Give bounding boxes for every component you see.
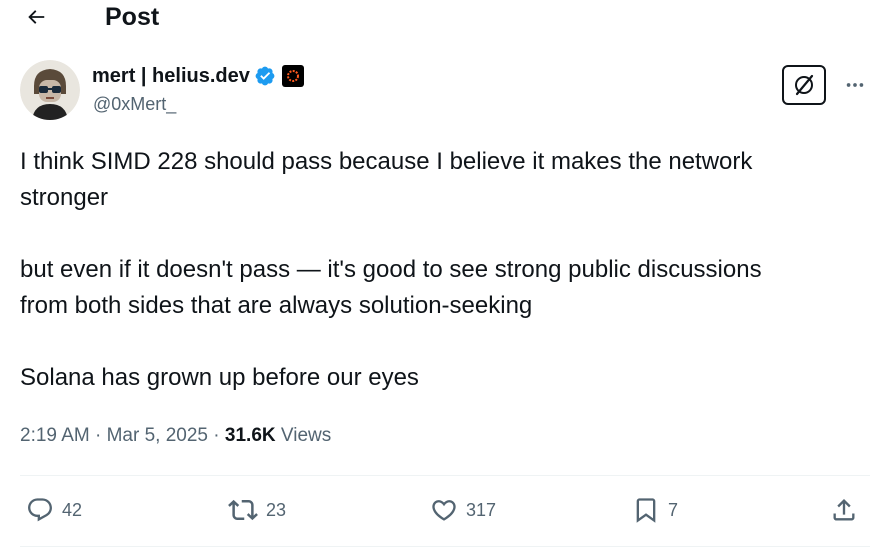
reply-button[interactable]: 42 — [26, 490, 82, 530]
views-count: 31.6K — [224, 425, 276, 446]
avatar-image — [20, 60, 80, 120]
like-button[interactable]: 317 — [430, 490, 496, 530]
meta-separator: · — [95, 425, 102, 446]
more-options-button[interactable] — [840, 70, 870, 100]
page-header: Post — [0, 0, 879, 36]
views-label: Views — [280, 425, 332, 446]
repost-icon — [228, 499, 258, 521]
bookmark-icon — [636, 498, 656, 523]
more-horizontal-icon — [846, 83, 864, 87]
like-count: 317 — [466, 499, 497, 520]
affiliate-badge-icon[interactable] — [281, 65, 304, 87]
post-time[interactable]: 2:19 AM — [20, 425, 90, 446]
reply-icon — [28, 498, 52, 522]
grok-button[interactable] — [782, 65, 826, 105]
post-text: I think SIMD 228 should pass because I b… — [20, 148, 762, 391]
author-handle[interactable]: @0xMert_ — [93, 94, 176, 115]
reply-count: 42 — [62, 499, 83, 520]
post-date[interactable]: Mar 5, 2025 — [107, 425, 208, 446]
bookmark-button[interactable]: 7 — [632, 490, 678, 530]
post-actions: 42 23 317 7 — [20, 490, 870, 530]
post-meta: 2:19 AM · Mar 5, 2025 · 31.6K Views — [20, 423, 331, 449]
heart-icon — [432, 500, 456, 521]
repost-count: 23 — [266, 499, 287, 520]
avatar[interactable] — [20, 60, 80, 120]
back-button[interactable] — [18, 0, 54, 34]
bookmark-count: 7 — [668, 499, 679, 520]
verified-badge-icon[interactable] — [254, 65, 276, 87]
share-button[interactable] — [830, 490, 858, 530]
page-title: Post — [105, 3, 160, 31]
grok-icon — [795, 74, 814, 96]
post-author: mert | helius.dev @0xMert_ — [20, 60, 870, 124]
divider — [20, 546, 870, 547]
divider — [20, 475, 870, 476]
author-display-name[interactable]: mert | helius.dev — [92, 65, 250, 88]
repost-button[interactable]: 23 — [228, 490, 286, 530]
meta-separator: · — [213, 425, 220, 446]
arrow-left-icon — [28, 10, 45, 24]
share-icon — [833, 499, 855, 521]
author-name-line: mert | helius.dev — [92, 62, 304, 90]
